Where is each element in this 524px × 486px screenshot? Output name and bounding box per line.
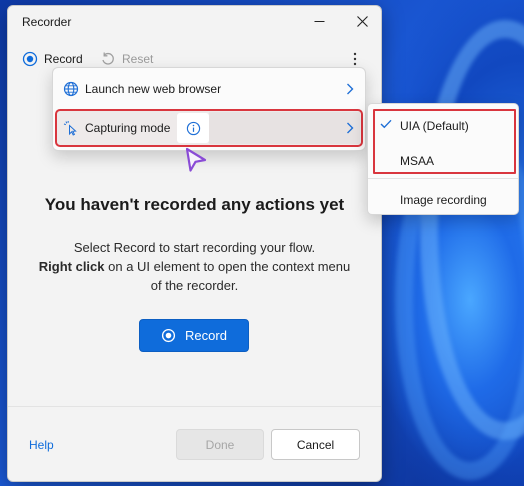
cancel-button[interactable]: Cancel [271, 429, 360, 460]
record-button-label: Record [185, 328, 227, 343]
menu-item-label: Capturing mode [85, 121, 171, 135]
help-link[interactable]: Help [29, 438, 54, 452]
submenu-item-label: UIA (Default) [400, 119, 469, 133]
toolbar-record-label: Record [44, 52, 83, 66]
submenu-item-label: MSAA [400, 154, 435, 168]
submenu-item-msaa[interactable]: MSAA [371, 144, 515, 176]
submenu-divider [368, 178, 518, 179]
title-bar: Recorder [8, 6, 381, 36]
submenu-item-image-recording[interactable]: Image recording [371, 183, 515, 215]
info-button[interactable] [177, 113, 209, 143]
record-icon [161, 328, 176, 343]
empty-state-description: Select Record to start recording your fl… [38, 238, 351, 295]
done-button-label: Done [205, 437, 235, 452]
mouse-pointer-icon [184, 147, 208, 176]
close-button[interactable] [348, 10, 376, 32]
record-button[interactable]: Record [139, 319, 249, 352]
checkmark-icon [380, 118, 392, 132]
empty-state-desc-rest: on a UI element to open the context menu… [104, 259, 351, 293]
pointer-sparkle-icon [63, 120, 79, 136]
record-icon [22, 51, 38, 67]
menu-item-launch-browser[interactable]: Launch new web browser [56, 71, 362, 107]
more-vertical-icon [353, 52, 357, 66]
submenu-item-label: Image recording [400, 193, 487, 207]
cancel-button-label: Cancel [296, 437, 335, 452]
globe-icon [63, 81, 79, 97]
toolbar-reset-label: Reset [122, 52, 154, 66]
done-button[interactable]: Done [176, 429, 264, 460]
chevron-right-icon [346, 83, 354, 98]
empty-state-desc-bold: Right click [38, 259, 105, 274]
menu-item-hover-area [209, 112, 360, 144]
menu-item-label: Launch new web browser [85, 82, 222, 96]
reset-icon [102, 52, 114, 65]
chevron-right-icon [346, 122, 354, 137]
footer: Help Done Cancel [8, 406, 381, 481]
more-options-menu: Launch new web browser Capturing mode [52, 67, 366, 151]
window-title: Recorder [22, 15, 72, 29]
capturing-mode-submenu: UIA (Default) MSAA Image recording [367, 103, 519, 215]
submenu-item-uia[interactable]: UIA (Default) [371, 109, 515, 141]
close-icon [356, 15, 368, 27]
info-icon [186, 121, 200, 135]
empty-state-title: You haven't recorded any actions yet [44, 195, 345, 214]
minimize-icon [314, 20, 324, 22]
minimize-button[interactable] [305, 10, 333, 32]
empty-state-desc-line1: Select Record to start recording your fl… [73, 240, 316, 255]
menu-item-capturing-mode[interactable]: Capturing mode [55, 109, 363, 147]
